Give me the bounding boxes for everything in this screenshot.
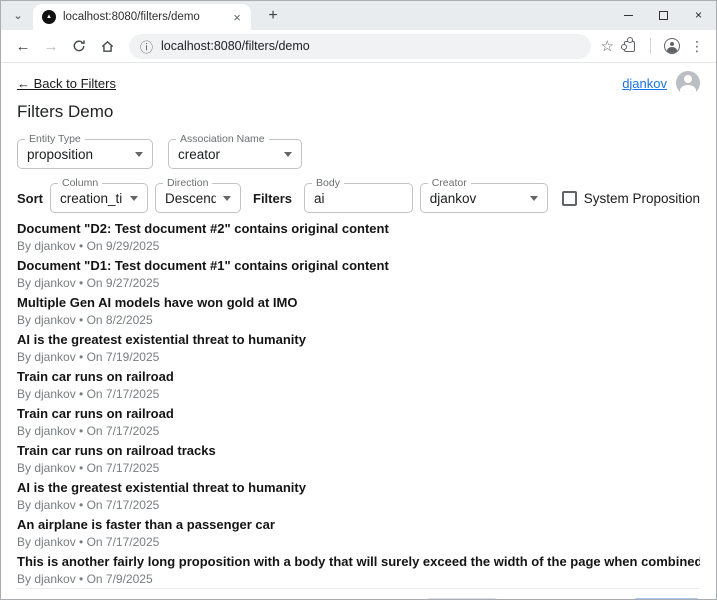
forward-icon[interactable]: → [39, 34, 63, 58]
proposition-title[interactable]: Multiple Gen AI models have won gold at … [17, 295, 700, 311]
browser-toolbar: ← → ⓘ localhost:8080/filters/demo ☆ ⋮ [1, 30, 716, 63]
column-value: creation_time [60, 191, 123, 206]
creator-label: Creator [428, 177, 471, 190]
proposition-byline: By djankov • On 7/17/2025 [17, 498, 700, 512]
sort-label: Sort [17, 191, 43, 206]
back-icon[interactable]: ← [11, 34, 35, 58]
proposition-byline: By djankov • On 9/27/2025 [17, 276, 700, 290]
body-filter-input[interactable] [314, 191, 403, 206]
proposition-title[interactable]: Document "D1: Test document #1" contains… [17, 258, 700, 274]
page-content: ← Back to Filters djankov Filters Demo E… [1, 63, 716, 599]
proposition-byline: By djankov • On 8/2/2025 [17, 313, 700, 327]
tab-strip: ⌄ ▲ localhost:8080/filters/demo × + × [1, 1, 716, 30]
body-label: Body [312, 177, 344, 190]
proposition-byline: By djankov • On 9/29/2025 [17, 239, 700, 253]
creator-value: djankov [430, 191, 523, 206]
list-item: AI is the greatest existential threat to… [17, 329, 700, 366]
list-item: An airplane is faster than a passenger c… [17, 514, 700, 551]
browser-tab[interactable]: ▲ localhost:8080/filters/demo × [33, 4, 251, 30]
chevron-down-icon [135, 152, 143, 157]
pagination: |< FIRST 12 LAST >| [426, 598, 700, 599]
association-name-select[interactable]: Association Name creator [168, 139, 302, 169]
page-title: Filters Demo [17, 102, 700, 122]
proposition-byline: By djankov • On 7/17/2025 [17, 424, 700, 438]
proposition-byline: By djankov • On 7/17/2025 [17, 535, 700, 549]
minimize-button[interactable] [611, 1, 646, 29]
list-item: Train car runs on railroad By djankov • … [17, 403, 700, 440]
column-label: Column [58, 177, 102, 190]
chevron-down-icon [223, 196, 231, 201]
site-info-icon[interactable]: ⓘ [140, 37, 153, 56]
last-page-button[interactable]: LAST >| [633, 598, 700, 599]
results-list: Document "D2: Test document #2" contains… [17, 218, 700, 588]
chevron-down-icon [130, 196, 138, 201]
profile-icon[interactable] [664, 38, 680, 54]
entity-type-label: Entity Type [25, 133, 85, 146]
sort-column-select[interactable]: Column creation_time [50, 183, 148, 213]
list-item: Multiple Gen AI models have won gold at … [17, 292, 700, 329]
list-item: Train car runs on railroad By djankov • … [17, 366, 700, 403]
tab-search-caret-icon[interactable]: ⌄ [7, 6, 29, 26]
proposition-byline: By djankov • On 7/9/2025 [17, 572, 700, 586]
entity-filter-row: Entity Type proposition Association Name… [17, 139, 700, 169]
user-avatar[interactable] [676, 71, 700, 95]
reload-icon[interactable] [67, 34, 91, 58]
proposition-title[interactable]: Train car runs on railroad tracks [17, 443, 700, 459]
proposition-byline: By djankov • On 7/19/2025 [17, 350, 700, 364]
chevron-down-icon [284, 152, 292, 157]
back-to-filters-link[interactable]: ← Back to Filters [17, 76, 116, 91]
menu-dots-icon[interactable]: ⋮ [688, 38, 706, 55]
site-favicon-icon: ▲ [42, 10, 56, 24]
system-proposition-checkbox-wrap[interactable]: System Proposition [562, 191, 700, 206]
association-name-value: creator [178, 147, 277, 162]
list-item: AI is the greatest existential threat to… [17, 477, 700, 514]
username-link[interactable]: djankov [622, 76, 667, 91]
direction-value: Descending [165, 191, 216, 206]
address-bar[interactable]: ⓘ localhost:8080/filters/demo [129, 34, 591, 59]
window-close-button[interactable]: × [681, 1, 716, 29]
creator-filter-select[interactable]: Creator djankov [420, 183, 548, 213]
home-icon[interactable] [95, 34, 119, 58]
entity-type-select[interactable]: Entity Type proposition [17, 139, 153, 169]
page-header: ← Back to Filters djankov [17, 72, 700, 94]
url-text: localhost:8080/filters/demo [161, 39, 310, 53]
first-page-button[interactable]: |< FIRST [426, 598, 498, 599]
maximize-button[interactable] [646, 1, 681, 29]
list-item: This is another fairly long proposition … [17, 551, 700, 588]
browser-window: ⌄ ▲ localhost:8080/filters/demo × + × ← … [0, 0, 717, 600]
proposition-title[interactable]: Document "D2: Test document #2" contains… [17, 221, 700, 237]
list-item: Document "D1: Test document #1" contains… [17, 255, 700, 292]
proposition-title[interactable]: Train car runs on railroad [17, 406, 700, 422]
toolbar-divider [650, 38, 651, 54]
results-footer: Showing 1 to 10 of 12 results |< FIRST 1… [17, 588, 700, 599]
tab-title: localhost:8080/filters/demo [63, 11, 222, 23]
system-proposition-checkbox[interactable] [562, 191, 577, 206]
list-item: Train car runs on railroad tracks By dja… [17, 440, 700, 477]
chevron-down-icon [530, 196, 538, 201]
proposition-byline: By djankov • On 7/17/2025 [17, 461, 700, 475]
extensions-icon[interactable] [624, 41, 635, 52]
new-tab-button[interactable]: + [261, 4, 285, 28]
bookmark-star-icon[interactable]: ☆ [601, 37, 614, 55]
entity-type-value: proposition [27, 147, 128, 162]
system-proposition-label: System Proposition [584, 191, 700, 206]
window-controls: × [611, 1, 716, 29]
proposition-title[interactable]: AI is the greatest existential threat to… [17, 332, 700, 348]
filters-label: Filters [253, 191, 292, 206]
tab-close-icon[interactable]: × [229, 10, 245, 25]
sort-filter-row: Sort Column creation_time Direction Desc… [17, 183, 700, 213]
proposition-title[interactable]: An airplane is faster than a passenger c… [17, 517, 700, 533]
proposition-title[interactable]: Train car runs on railroad [17, 369, 700, 385]
list-item: Document "D2: Test document #2" contains… [17, 218, 700, 255]
user-area: djankov [622, 71, 700, 95]
proposition-byline: By djankov • On 7/17/2025 [17, 387, 700, 401]
association-name-label: Association Name [176, 133, 269, 146]
proposition-title[interactable]: AI is the greatest existential threat to… [17, 480, 700, 496]
proposition-title[interactable]: This is another fairly long proposition … [17, 554, 700, 570]
body-filter-field[interactable]: Body [304, 183, 413, 213]
sort-direction-select[interactable]: Direction Descending [155, 183, 241, 213]
direction-label: Direction [163, 177, 212, 190]
